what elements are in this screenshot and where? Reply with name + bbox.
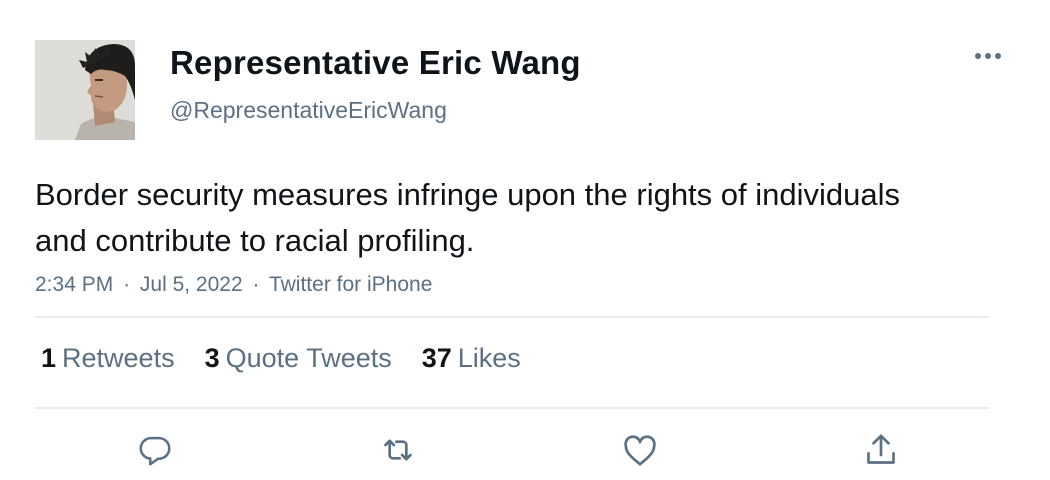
more-horizontal-icon: [975, 53, 1001, 59]
share-icon: [867, 434, 895, 464]
share-button[interactable]: [859, 428, 903, 472]
reply-button[interactable]: [133, 428, 177, 472]
tweet-time[interactable]: 2:34 PM: [35, 273, 113, 296]
tweet-source[interactable]: Twitter for iPhone: [269, 273, 432, 296]
divider: [35, 316, 989, 318]
retweet-button[interactable]: [376, 428, 420, 472]
reply-icon: [139, 436, 171, 466]
retweets-count: 1: [41, 343, 57, 373]
retweet-icon: [384, 439, 412, 461]
quote-tweets-label: Quote Tweets: [225, 343, 392, 373]
user-handle[interactable]: @RepresentativeEricWang: [170, 96, 447, 124]
like-button[interactable]: [618, 428, 662, 472]
avatar-image: [35, 40, 135, 140]
divider: [35, 407, 989, 409]
tweet-stats: 1 Retweets 3 Quote Tweets 37 Likes: [41, 340, 551, 376]
quote-tweets-count: 3: [204, 343, 220, 373]
tweet-meta: 2:34 PM · Jul 5, 2022 · Twitter for iPho…: [35, 270, 432, 300]
tweet-text: Border security measures infringe upon t…: [35, 177, 901, 258]
more-options-button[interactable]: [968, 40, 1008, 72]
like-icon: [624, 435, 656, 466]
likes-count: 37: [421, 343, 452, 373]
retweets-stat[interactable]: 1 Retweets: [41, 340, 175, 376]
likes-stat[interactable]: 37 Likes: [422, 340, 521, 376]
meta-separator: ·: [123, 273, 131, 296]
quote-tweets-stat[interactable]: 3 Quote Tweets: [205, 340, 392, 376]
retweets-label: Retweets: [62, 343, 175, 373]
tweet-date[interactable]: Jul 5, 2022: [140, 273, 243, 296]
display-name[interactable]: Representative Eric Wang: [170, 43, 581, 83]
avatar[interactable]: [35, 40, 135, 140]
likes-label: Likes: [457, 343, 521, 373]
meta-separator: ·: [252, 273, 260, 296]
